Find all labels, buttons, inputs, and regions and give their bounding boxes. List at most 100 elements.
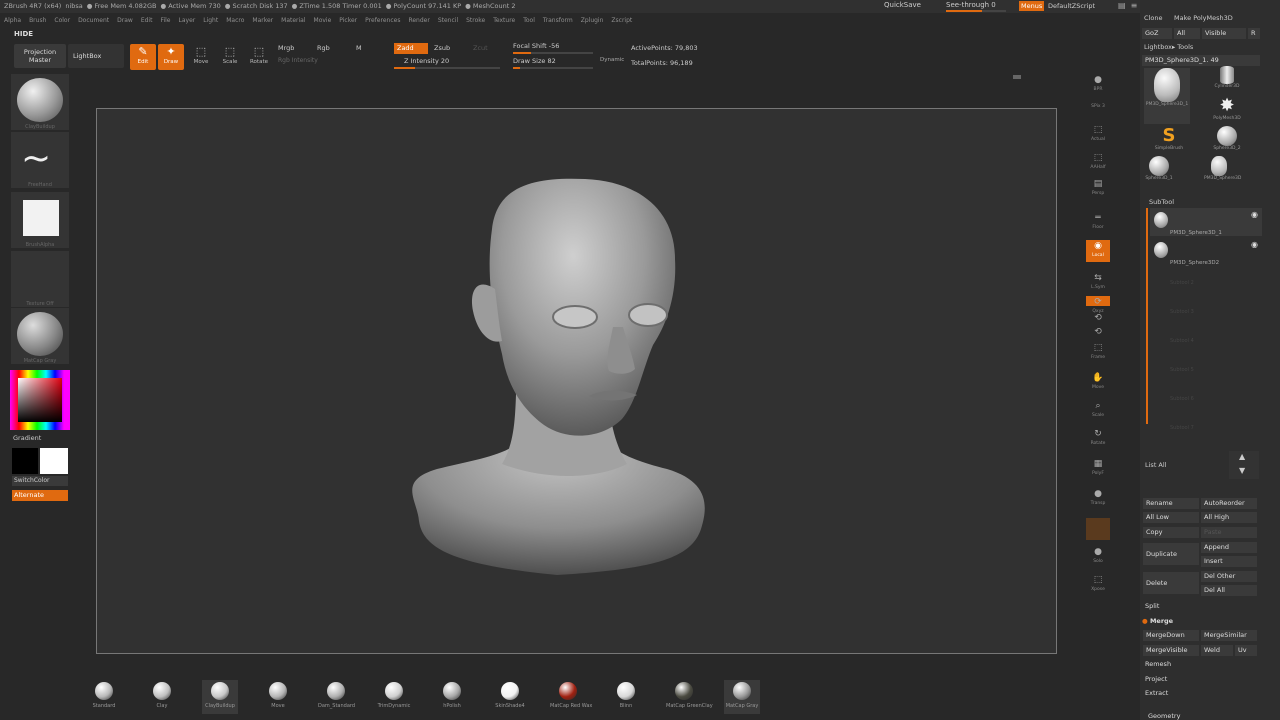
z-intensity-track[interactable] — [394, 67, 500, 69]
brush-blinn[interactable]: Blinn — [608, 680, 644, 714]
alpha-thumbnail[interactable]: BrushAlpha — [11, 192, 69, 248]
z-intensity-slider[interactable]: Z Intensity 20 — [404, 57, 449, 65]
geometry-header[interactable]: Geometry — [1148, 712, 1180, 720]
menu-item-zplugin[interactable]: Zplugin — [577, 14, 608, 27]
tool-polymesh3d[interactable]: ✸ PolyMesh3D — [1212, 96, 1242, 126]
switch-color-button[interactable]: SwitchColor — [12, 476, 68, 486]
brush-standard[interactable]: Standard — [86, 680, 122, 714]
menu-item-brush[interactable]: Brush — [25, 14, 50, 27]
rgb-button[interactable]: Rgb — [317, 44, 330, 52]
goz-r-button[interactable]: R — [1248, 28, 1260, 39]
see-through-slider[interactable] — [946, 10, 1006, 12]
subtool-item[interactable]: ◉ PM3D_Sphere3D2 — [1150, 238, 1262, 266]
brush-matcap-greenclay[interactable]: MatCap GreenClay — [666, 680, 713, 714]
menu-item-tool[interactable]: Tool — [519, 14, 539, 27]
delete-button[interactable]: Delete — [1143, 572, 1199, 594]
main-color-swatch[interactable] — [12, 448, 38, 474]
del-other-button[interactable]: Del Other — [1201, 571, 1257, 582]
tool-cylinder3d[interactable]: Cylinder3D — [1212, 66, 1242, 96]
color-picker-square[interactable] — [18, 378, 62, 422]
floor-button[interactable]: ═ Floor — [1086, 212, 1110, 234]
split-header[interactable]: Split — [1145, 602, 1159, 610]
local-button[interactable]: ◉ Local — [1086, 240, 1110, 262]
bpr-button[interactable]: ● BPR — [1086, 74, 1110, 96]
tool-sphere3d-1[interactable]: Sphere3D_1 — [1144, 156, 1174, 186]
menu-item-stroke[interactable]: Stroke — [462, 14, 489, 27]
menu-item-texture[interactable]: Texture — [489, 14, 519, 27]
menus-button[interactable]: Menus — [1019, 1, 1045, 11]
focal-shift-track[interactable] — [513, 52, 593, 54]
draw-size-slider[interactable]: Draw Size 82 — [513, 57, 556, 65]
project-header[interactable]: Project — [1145, 675, 1167, 683]
aahalf-button[interactable]: ⬚ AAHalf — [1086, 152, 1110, 174]
current-tool-slider[interactable]: PM3D_Sphere3D_1. 49 — [1142, 55, 1260, 66]
uv-button[interactable]: Uv — [1235, 645, 1257, 656]
visibility-eye-icon[interactable]: ◉ — [1251, 240, 1258, 249]
menu-item-alpha[interactable]: Alpha — [0, 14, 25, 27]
solo-button[interactable]: ● Solo — [1086, 546, 1110, 568]
rename-button[interactable]: Rename — [1143, 498, 1199, 509]
focal-shift-slider[interactable]: Focal Shift -56 — [513, 42, 559, 50]
material-thumbnail[interactable]: MatCap Gray — [11, 308, 69, 364]
menu-item-document[interactable]: Document — [74, 14, 113, 27]
rgb-intensity-slider[interactable]: Rgb Intensity — [278, 57, 318, 64]
merge-visible-button[interactable]: MergeVisible — [1143, 645, 1199, 656]
weld-button[interactable]: Weld — [1201, 645, 1233, 656]
zadd-button[interactable]: Zadd — [394, 43, 428, 54]
subtool-item[interactable]: ◉ PM3D_Sphere3D_1 — [1150, 208, 1262, 236]
brush-thumbnail[interactable]: ClayBuildup — [11, 74, 69, 130]
brush-hpolish[interactable]: hPolish — [434, 680, 470, 714]
merge-similar-button[interactable]: MergeSimilar — [1201, 630, 1257, 641]
paste-button[interactable]: Paste — [1201, 527, 1257, 538]
copy-button[interactable]: Copy — [1143, 527, 1199, 538]
arrow-down-icon[interactable]: ▼ — [1239, 466, 1245, 475]
hide-button[interactable]: HIDE — [14, 30, 33, 38]
persp-button[interactable]: ▤ Persp — [1086, 178, 1110, 200]
tool-pm3d-sphere3d[interactable]: PM3D_Sphere3D — [1204, 156, 1241, 186]
polyf-button[interactable]: ▦ PolyF — [1086, 458, 1110, 480]
spix-button[interactable]: SPix 3 — [1086, 104, 1110, 126]
brush-skinshade4[interactable]: SkinShade4 — [492, 680, 528, 714]
clone-button[interactable]: Clone — [1144, 14, 1162, 22]
lsym-button[interactable]: ⇆ L.Sym — [1086, 272, 1110, 294]
stroke-thumbnail[interactable]: ~ FreeHand — [11, 132, 69, 188]
all-high-button[interactable]: All High — [1201, 512, 1257, 523]
dynamic-button[interactable] — [1086, 518, 1110, 540]
subtool-header[interactable]: SubTool — [1149, 198, 1174, 206]
rotate-button[interactable]: ⬚ Rotate — [246, 44, 272, 70]
mrgb-button[interactable]: Mrgb — [278, 44, 294, 52]
extract-header[interactable]: Extract — [1145, 689, 1168, 697]
color-picker[interactable] — [10, 370, 70, 430]
menu-item-light[interactable]: Light — [199, 14, 222, 27]
brush-clay[interactable]: Clay — [144, 680, 180, 714]
append-button[interactable]: Append — [1201, 542, 1257, 553]
visibility-eye-icon[interactable]: ◉ — [1251, 210, 1258, 219]
menu-item-preferences[interactable]: Preferences — [361, 14, 404, 27]
arrow-up-icon[interactable]: ▲ — [1239, 452, 1245, 461]
texture-thumbnail[interactable]: Texture Off — [11, 251, 69, 307]
merge-down-button[interactable]: MergeDown — [1143, 630, 1199, 641]
goz-all-button[interactable]: All — [1174, 28, 1200, 39]
secondary-color-swatch[interactable] — [40, 448, 68, 474]
tool-pm3d-sphere3d-1[interactable]: PM3D_Sphere3D_1 — [1144, 68, 1190, 124]
m-button[interactable]: M — [356, 44, 362, 52]
alternate-button[interactable]: Alternate — [12, 490, 68, 501]
menu-item-transform[interactable]: Transform — [539, 14, 577, 27]
menu-item-render[interactable]: Render — [404, 14, 433, 27]
del-all-button[interactable]: Del All — [1201, 585, 1257, 596]
menu-item-layer[interactable]: Layer — [175, 14, 200, 27]
projection-master-button[interactable]: Projection Master — [14, 44, 66, 68]
menu-item-picker[interactable]: Picker — [335, 14, 361, 27]
remesh-header[interactable]: Remesh — [1145, 660, 1171, 668]
all-low-button[interactable]: All Low — [1143, 512, 1199, 523]
rotate-button[interactable]: ↻ Rotate — [1086, 428, 1110, 450]
gradient-label[interactable]: Gradient — [13, 434, 41, 442]
list-all-button[interactable]: List All — [1145, 461, 1167, 469]
draw-button[interactable]: ✦ Draw — [158, 44, 184, 70]
transp-button[interactable]: ● Transp — [1086, 488, 1110, 510]
draw-size-track[interactable] — [513, 67, 593, 69]
make-polymesh-button[interactable]: Make PolyMesh3D — [1174, 14, 1233, 22]
menu-item-file[interactable]: File — [156, 14, 174, 27]
autoreorder-button[interactable]: AutoReorder — [1201, 498, 1257, 509]
zcut-button[interactable]: Zcut — [473, 44, 488, 52]
